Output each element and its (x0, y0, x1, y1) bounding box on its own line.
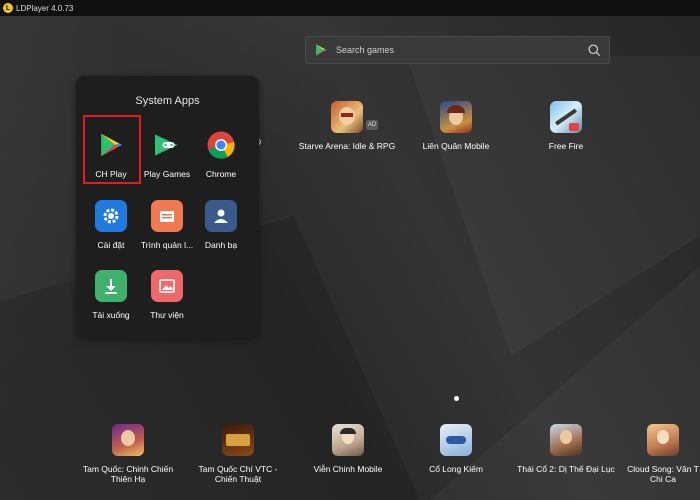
settings-gear-icon (95, 200, 127, 232)
thai-co-2-icon (550, 424, 582, 456)
cloud-song-icon (647, 424, 679, 456)
app-settings[interactable]: Cài đặt (81, 200, 141, 250)
search-icon[interactable] (587, 43, 601, 57)
title-bar: L LDPlayer 4.0.73 (0, 0, 700, 16)
app-label: Tam Quốc: Chinh Chiến (82, 464, 174, 474)
search-input[interactable]: Search games (336, 45, 587, 55)
file-manager-icon (151, 200, 183, 232)
app-chrome[interactable]: Chrome (191, 129, 251, 179)
app-label: Cài đặt (97, 240, 125, 250)
app-label: Tam Quốc Chí VTC - (198, 464, 278, 474)
app-play-games[interactable]: Play Games (137, 129, 197, 179)
app-thai-co-2[interactable]: Thái Cổ 2: Dị Thế Đại Lục (508, 424, 624, 474)
app-free-fire[interactable]: Free Fire (526, 101, 606, 151)
app-cloud-song[interactable]: Cloud Song: Vân T Chi Ca (626, 424, 700, 484)
app-downloads[interactable]: Tải xuống (81, 270, 141, 320)
app-label: Chrome (205, 169, 237, 179)
app-label: Viễn Chinh Mobile (313, 464, 383, 474)
app-contacts[interactable]: Danh bạ (191, 200, 251, 250)
play-store-icon (316, 44, 327, 56)
app-tam-quoc-chi-vtc[interactable]: Tam Quốc Chí VTC - Chiến Thuật (188, 424, 288, 484)
app-label: Danh bạ (204, 240, 238, 250)
download-icon (95, 270, 127, 302)
app-co-long-kiem[interactable]: Cổ Long Kiếm (406, 424, 506, 474)
contacts-icon (205, 200, 237, 232)
play-games-icon (151, 129, 183, 161)
ch-play-highlight-box (83, 115, 141, 184)
app-label-line2: Chi Ca (650, 474, 676, 484)
ad-badge: AD (366, 120, 378, 130)
app-label: Thư viện (150, 310, 184, 320)
vien-chinh-mobile-icon (332, 424, 364, 456)
chrome-icon (205, 129, 237, 161)
app-label: Free Fire (548, 141, 584, 151)
app-gallery[interactable]: Thư viện (137, 270, 197, 320)
gallery-icon (151, 270, 183, 302)
app-label: Tải xuống (92, 310, 130, 320)
tam-quoc-chi-vtc-icon (222, 424, 254, 456)
starve-arena-icon (331, 101, 363, 133)
app-label: Play Games (143, 169, 191, 179)
app-tam-quoc-chinh-chien[interactable]: Tam Quốc: Chinh Chiến Thiên Hạ (78, 424, 178, 484)
app-lien-quan-mobile[interactable]: Liên Quân Mobile (416, 101, 496, 151)
app-label: Trình quản l... (140, 240, 194, 250)
window-title: LDPlayer 4.0.73 (16, 3, 74, 13)
page-indicator-dot (454, 396, 459, 401)
app-label-line2: Thiên Hạ (110, 474, 146, 484)
app-label: Starve Arena: Idle & RPG (298, 141, 396, 151)
app-vien-chinh-mobile[interactable]: Viễn Chinh Mobile (298, 424, 398, 474)
app-label: Thái Cổ 2: Dị Thế Đại Lục (517, 464, 615, 474)
app-file-manager[interactable]: Trình quản l... (137, 200, 197, 250)
folder-title: System Apps (135, 95, 200, 107)
app-label-line2: Chiến Thuật (214, 474, 262, 484)
lien-quan-mobile-icon (440, 101, 472, 133)
app-label: Liên Quân Mobile (422, 141, 490, 151)
search-bar[interactable]: Search games (305, 36, 610, 64)
ldplayer-logo-icon: L (3, 3, 13, 13)
co-long-kiem-icon (440, 424, 472, 456)
app-label: Cloud Song: Vân T (627, 464, 699, 474)
tam-quoc-chinh-chien-icon (112, 424, 144, 456)
app-label: Cổ Long Kiếm (429, 464, 483, 474)
free-fire-icon (550, 101, 582, 133)
app-starve-arena[interactable]: Starve Arena: Idle & RPG (297, 101, 397, 151)
